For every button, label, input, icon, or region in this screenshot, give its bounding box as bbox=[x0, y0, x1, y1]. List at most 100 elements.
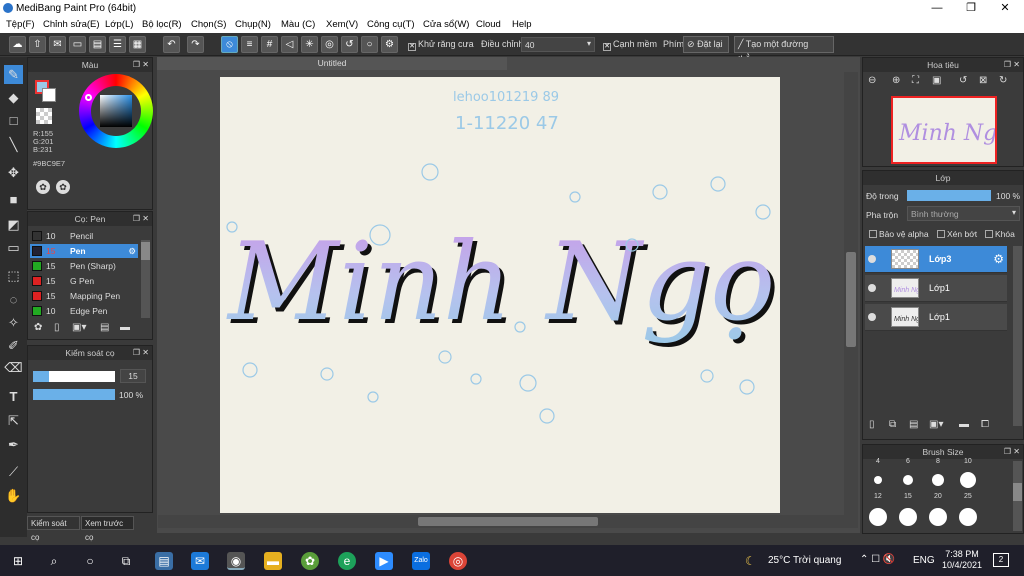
new-layer-icon[interactable]: ▯ bbox=[869, 419, 875, 430]
merge-layer-icon[interactable]: ▤ bbox=[909, 419, 918, 430]
blur-tool-icon[interactable]: ✒ bbox=[4, 435, 23, 454]
alpha-protect-toggle[interactable]: Bảo vệ alpha bbox=[869, 229, 929, 239]
eye-icon[interactable] bbox=[868, 313, 876, 321]
brush-menu-icon[interactable]: ▣▾ bbox=[72, 322, 86, 333]
cross-snap-icon[interactable]: # bbox=[261, 36, 278, 53]
horizontal-scrollbar[interactable] bbox=[158, 515, 844, 528]
radial-snap-icon[interactable]: ✳ bbox=[301, 36, 318, 53]
brush-size-option[interactable] bbox=[960, 472, 976, 488]
select-rect-tool-icon[interactable]: ⬚ bbox=[4, 266, 23, 285]
background-color-swatch[interactable] bbox=[42, 88, 56, 102]
layer-menu-icon[interactable]: ▣▾ bbox=[929, 419, 943, 430]
folder-icon[interactable]: ▬ bbox=[959, 419, 969, 430]
brush-add-icon[interactable]: ✿ bbox=[34, 322, 42, 333]
grid-icon[interactable]: ▦ bbox=[129, 36, 146, 53]
brush-size-option[interactable] bbox=[932, 474, 944, 486]
comment-icon[interactable]: ✉ bbox=[49, 36, 66, 53]
palette-icon[interactable]: ✿ bbox=[36, 180, 50, 194]
actual-size-icon[interactable]: ▣ bbox=[932, 75, 941, 86]
operation-tool-icon[interactable]: ⇱ bbox=[4, 411, 23, 430]
soft-edge-toggle[interactable]: ✕ Cạnh mềm bbox=[603, 39, 657, 51]
move-tool-icon[interactable]: ✥ bbox=[4, 163, 23, 182]
rotate-reset-icon[interactable]: ⊠ bbox=[979, 75, 987, 86]
zalo-icon[interactable]: Zalo bbox=[412, 552, 430, 570]
no-snap-icon[interactable]: ⦸ bbox=[221, 36, 238, 53]
brush-size-option[interactable] bbox=[874, 476, 882, 484]
zoom-in-icon[interactable]: ⊕ bbox=[892, 75, 900, 86]
rotate-right-icon[interactable]: ↻ bbox=[999, 75, 1007, 86]
layer-scrollbar[interactable] bbox=[1013, 246, 1022, 426]
brush-item[interactable]: 10 Pencil bbox=[30, 229, 154, 243]
search-icon[interactable]: ⌕ bbox=[45, 552, 63, 570]
blend-select[interactable]: Bình thường ▾ bbox=[907, 206, 1020, 221]
medibang-taskbar-icon[interactable]: ◉ bbox=[227, 552, 245, 570]
panel-pin-close-icon[interactable]: ❐ ✕ bbox=[133, 346, 149, 360]
rectangle-tool-icon[interactable]: □ bbox=[4, 111, 23, 130]
document-tab[interactable]: Untitled bbox=[157, 57, 507, 70]
brush-size-option[interactable] bbox=[903, 475, 913, 485]
layer-opacity-slider[interactable] bbox=[907, 190, 991, 201]
delete-layer-icon[interactable]: ⧠ bbox=[981, 419, 989, 430]
chrome-icon[interactable]: ◎ bbox=[449, 552, 467, 570]
store-icon[interactable]: ▤ bbox=[155, 552, 173, 570]
menu-help[interactable]: Help bbox=[512, 19, 532, 30]
brush-size-option[interactable] bbox=[959, 508, 977, 526]
straight-line-button[interactable]: ╱ Tạo một đường thẳng bbox=[734, 36, 834, 64]
menu-layer[interactable]: Lớp(L) bbox=[105, 19, 133, 30]
list-icon[interactable]: ☰ bbox=[109, 36, 126, 53]
eraser-tool-icon[interactable]: ◆ bbox=[4, 88, 23, 107]
menu-cloud[interactable]: Cloud bbox=[476, 19, 501, 30]
bucket-tool-icon[interactable]: ◩ bbox=[4, 215, 23, 234]
hand-tool-icon[interactable]: ✋ bbox=[4, 486, 23, 505]
concentric-snap-icon[interactable]: ◎ bbox=[321, 36, 338, 53]
correction-select[interactable]: 40 ▾ bbox=[521, 37, 595, 52]
gradient-tool-icon[interactable]: ▭ bbox=[4, 238, 23, 257]
magic-wand-tool-icon[interactable]: ✧ bbox=[4, 313, 23, 332]
cortana-icon[interactable]: ○ bbox=[81, 552, 99, 570]
brush-item[interactable]: 15 Pen (Sharp) bbox=[30, 259, 154, 273]
select-eraser-tool-icon[interactable]: ⌫ bbox=[4, 358, 23, 377]
minimize-button[interactable]: — bbox=[920, 0, 954, 17]
new-brush-icon[interactable]: ▯ bbox=[54, 322, 60, 333]
hue-wheel[interactable] bbox=[79, 74, 153, 148]
fit-icon[interactable]: ⛶ bbox=[912, 75, 919, 86]
weather-text[interactable]: 25°C Trời quang bbox=[768, 555, 841, 566]
menu-select[interactable]: Chọn(S) bbox=[191, 19, 226, 30]
eye-icon[interactable] bbox=[868, 255, 876, 263]
lasso-tool-icon[interactable]: ◌ bbox=[4, 290, 23, 309]
brush-size-option[interactable] bbox=[899, 508, 917, 526]
windows-start-icon[interactable]: ⊞ bbox=[9, 552, 27, 570]
clip-checkbox[interactable] bbox=[937, 230, 945, 238]
chat-icon[interactable]: ▭ bbox=[69, 36, 86, 53]
size-slider[interactable] bbox=[33, 371, 115, 382]
eyedropper-tool-icon[interactable]: ⟋ bbox=[4, 462, 23, 481]
clock[interactable]: 7:38 PM 10/4/2021 bbox=[940, 549, 984, 571]
menu-color[interactable]: Màu (C) bbox=[281, 19, 315, 30]
language-indicator[interactable]: ENG bbox=[913, 555, 935, 566]
drawing-canvas[interactable]: Minh Ngọc Minh Ngọc lehoo101219 89 1-112… bbox=[220, 77, 840, 513]
brush-size-option[interactable] bbox=[869, 508, 887, 526]
brush-item[interactable]: 15 Mapping Pen bbox=[30, 289, 154, 303]
folder-icon[interactable]: ▬ bbox=[120, 322, 130, 333]
soft-edge-checkbox[interactable]: ✕ bbox=[603, 43, 611, 51]
parallel-snap-icon[interactable]: ≡ bbox=[241, 36, 258, 53]
brush-size-option[interactable] bbox=[929, 508, 947, 526]
brush-item-selected[interactable]: 15 Pen ⚙ bbox=[30, 244, 138, 258]
menu-edit[interactable]: Chỉnh sửa(E) bbox=[43, 19, 100, 30]
vanish-snap-icon[interactable]: ◁ bbox=[281, 36, 298, 53]
panel-pin-close-icon[interactable]: ❐ ✕ bbox=[133, 212, 149, 226]
gear-icon[interactable]: ⚙ bbox=[993, 252, 1004, 266]
eye-icon[interactable] bbox=[868, 284, 876, 292]
undo-icon[interactable]: ↶ bbox=[163, 36, 180, 53]
menu-view[interactable]: Xem(V) bbox=[326, 19, 358, 30]
shape-tool-icon[interactable]: ■ bbox=[4, 190, 23, 209]
menu-snap[interactable]: Chụp(N) bbox=[235, 19, 271, 30]
layer-row-selected[interactable]: Lớp3 ⚙ bbox=[865, 246, 1007, 273]
vertical-scrollbar[interactable] bbox=[844, 72, 858, 528]
maximize-button[interactable]: ❐ bbox=[954, 0, 988, 17]
hue-cursor[interactable] bbox=[85, 94, 92, 101]
navigator-preview[interactable]: Minh Ngọc bbox=[891, 96, 997, 164]
brush-item[interactable]: 15 G Pen bbox=[30, 274, 154, 288]
line-tool-icon[interactable]: ╲ bbox=[4, 135, 23, 154]
palette-add-icon[interactable]: ✿ bbox=[56, 180, 70, 194]
